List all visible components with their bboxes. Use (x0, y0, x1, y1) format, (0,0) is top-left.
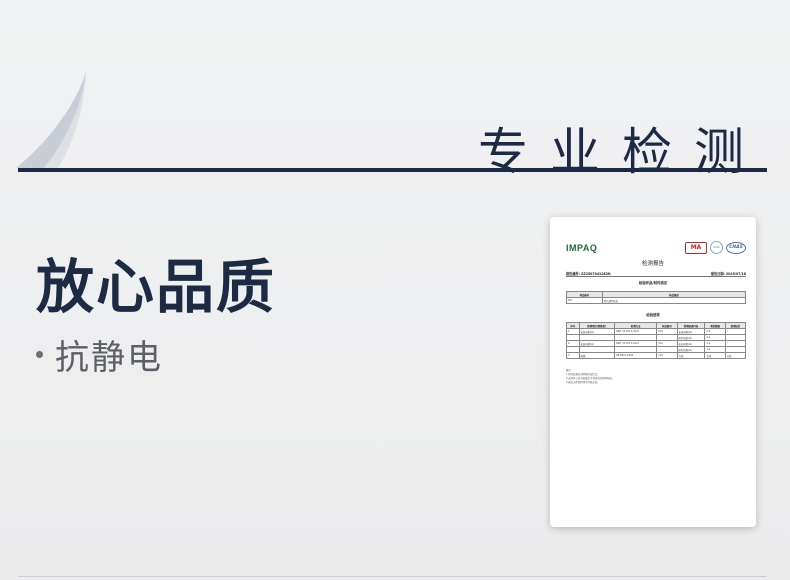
brand-logo: IMPAQ (566, 243, 598, 253)
footer-divider (18, 576, 767, 577)
test-report-document: IMPAQ MA ILAC CNAS 检测报告 报告编号: SZ25070412… (550, 217, 756, 527)
result-section-title: 检验结果 (646, 313, 660, 317)
sample-table: 样品编号 样品描述 001 黑色透明电帘 (566, 291, 747, 304)
feature-bullet: 抗静电 (36, 330, 163, 379)
note-line: 3.报告无检验检测专用章无效。 (566, 381, 600, 384)
table-cell: GB 8410-2006 (613, 352, 658, 359)
table-cell: 3 (566, 352, 580, 359)
table-row: 001 黑色透明电帘 (566, 297, 747, 304)
page-title: 专业检测 (478, 123, 766, 181)
report-title: 检测报告 (641, 261, 664, 267)
certification-logos: MA ILAC CNAS (685, 241, 746, 254)
sample-section-title: 检验样品/制件描述 (638, 281, 668, 285)
table-cell: 001 (566, 297, 603, 304)
table-cell: 合格 (704, 352, 726, 359)
headline: 放心品质 (36, 253, 277, 321)
bullet-dot-icon (36, 351, 43, 358)
report-divider (566, 276, 746, 277)
table-cell: 合格 (676, 352, 706, 359)
table-cell: 合格 (724, 352, 747, 359)
header-divider (18, 168, 767, 172)
table-cell: 黑色透明电帘 (601, 297, 747, 304)
table-cell: 001 (656, 352, 678, 359)
report-notes: 备注: 1.检验结果仅对所检样品负责。 2.未经本公司书面批准,不得部分复制本报… (566, 369, 746, 385)
table-row: 3 阻燃 GB 8410-2006 001 合格 合格 合格 (566, 352, 747, 359)
table-cell: 阻燃 (578, 352, 615, 359)
sail-graphic (16, 72, 86, 168)
report-header: IMPAQ MA ILAC CNAS (566, 241, 746, 255)
cnas-logo-icon: CNAS (726, 241, 746, 254)
ilac-logo-icon: ILAC (710, 241, 723, 254)
result-table: 序号 检测项目(参数表) 检测方法 样品编号 检测结果内容 测试数据 检测结论 … (566, 322, 747, 359)
feature-text: 抗静电 (55, 338, 163, 378)
cma-logo-icon: MA (685, 241, 707, 254)
